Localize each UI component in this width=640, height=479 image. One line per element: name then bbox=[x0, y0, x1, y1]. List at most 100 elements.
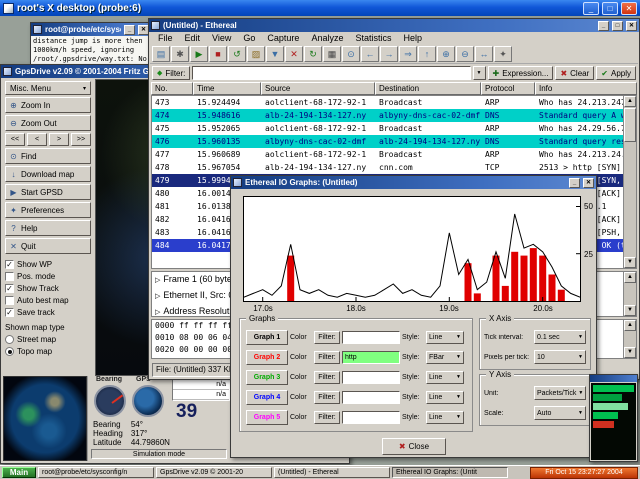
find-packet-icon[interactable]: ⊙ bbox=[342, 46, 360, 62]
menu-item[interactable]: File bbox=[152, 32, 179, 45]
graph-style-select[interactable]: Line bbox=[426, 391, 464, 404]
filter-dropdown-icon[interactable]: ▼ bbox=[473, 66, 486, 80]
expression-button[interactable]: ✚ Expression... bbox=[488, 66, 554, 80]
print-icon[interactable]: ▦ bbox=[323, 46, 341, 62]
graph-toggle-button[interactable]: Graph 1 bbox=[246, 330, 288, 345]
close-button[interactable]: ✕ bbox=[621, 2, 637, 15]
graph-filter-button[interactable]: Filter: bbox=[314, 351, 340, 364]
taskbar-task-button[interactable]: root@probe/etc/sysconfig/n bbox=[38, 467, 154, 478]
misc-menu-button[interactable]: Misc. Menu bbox=[5, 81, 91, 95]
graph-toggle-button[interactable]: Graph 4 bbox=[246, 390, 288, 405]
graph-style-select[interactable]: Line bbox=[426, 331, 464, 344]
sidebar-button[interactable]: ⊕ Zoom In bbox=[5, 97, 91, 113]
io-graphs-titlebar[interactable]: Ethereal IO Graphs: (Untitled) _ ✕ bbox=[231, 176, 596, 189]
go-to-top-icon[interactable]: ↑ bbox=[418, 46, 436, 62]
close-button[interactable]: ✕ bbox=[583, 178, 594, 188]
packet-list-scrollbar[interactable]: ▲ ▼ bbox=[623, 96, 636, 268]
sidebar-button[interactable]: ? Help bbox=[5, 220, 91, 236]
sidebar-button[interactable]: ✦ Preferences bbox=[5, 202, 91, 218]
packet-row[interactable]: 476 15.960135 albyny-dns-cac-02-dmf alb-… bbox=[152, 135, 636, 148]
minimize-button[interactable]: _ bbox=[583, 2, 599, 15]
graph-filter-button[interactable]: Filter: bbox=[314, 391, 340, 404]
packet-row[interactable]: 478 15.967054 alb-24-194-134-127.ny cnn.… bbox=[152, 161, 636, 174]
graph-style-select[interactable]: Line bbox=[426, 411, 464, 424]
tick-interval-select[interactable]: 0.1 sec bbox=[534, 330, 586, 344]
close-dialog-button[interactable]: ✖ Close bbox=[382, 438, 446, 455]
unit-select[interactable]: Packets/Tick bbox=[534, 386, 586, 400]
graph-filter-input[interactable] bbox=[342, 351, 400, 364]
graph-toggle-button[interactable]: Graph 3 bbox=[246, 370, 288, 385]
scale-select[interactable]: Auto bbox=[534, 406, 586, 420]
graph-toggle-button[interactable]: Graph 2 bbox=[246, 350, 288, 365]
sidebar-button[interactable]: ⊖ Zoom Out bbox=[5, 115, 91, 131]
clear-button[interactable]: ✖ Clear bbox=[555, 66, 594, 80]
maximize-button[interactable]: □ bbox=[612, 21, 623, 31]
checkbox[interactable]: Show WP bbox=[5, 259, 91, 270]
filter-input[interactable] bbox=[192, 66, 470, 80]
checkbox[interactable]: Show Track bbox=[5, 283, 91, 294]
world-map[interactable] bbox=[3, 376, 87, 461]
scroll-up-icon[interactable]: ▲ bbox=[624, 320, 636, 331]
capture-interfaces-icon[interactable]: ▤ bbox=[152, 46, 170, 62]
packet-row[interactable]: 474 15.948616 alb-24-194-134-127.ny alby… bbox=[152, 109, 636, 122]
tree-scrollbar[interactable]: ▲ ▼ bbox=[623, 272, 636, 316]
packet-row[interactable]: 475 15.952065 aolclient-68-172-92-1 Broa… bbox=[152, 122, 636, 135]
sidebar-button[interactable]: ↓ Download map bbox=[5, 166, 91, 182]
packet-row[interactable]: 477 15.960689 aolclient-68-172-92-1 Broa… bbox=[152, 148, 636, 161]
minimize-button[interactable]: _ bbox=[569, 178, 580, 188]
go-forward-icon[interactable]: → bbox=[380, 46, 398, 62]
capture-stop-icon[interactable]: ■ bbox=[209, 46, 227, 62]
radio-map-type[interactable]: Street map bbox=[5, 334, 91, 345]
sidebar-button[interactable]: ▶ Start GPSD bbox=[5, 184, 91, 200]
ethereal-titlebar[interactable]: (Untitled) - Ethereal _ □ ✕ bbox=[149, 19, 639, 32]
graph-filter-input[interactable] bbox=[342, 331, 400, 344]
nav-button[interactable]: < bbox=[27, 133, 47, 146]
zoom-in-icon[interactable]: ⊕ bbox=[437, 46, 455, 62]
main-menu-button[interactable]: Main bbox=[2, 467, 36, 478]
terminal-titlebar[interactable]: root@probe/etc/sysconfig/network-scripts… bbox=[31, 23, 151, 36]
radio-map-type[interactable]: Topo map bbox=[5, 346, 91, 357]
nav-button[interactable]: > bbox=[49, 133, 69, 146]
filter-button[interactable]: ◆ Filter: bbox=[152, 66, 190, 80]
scroll-down-icon[interactable]: ▼ bbox=[624, 257, 636, 268]
apply-button[interactable]: ✔ Apply bbox=[596, 66, 636, 80]
taskbar-task-button[interactable]: Ethereal IO Graphs: (Untit bbox=[392, 467, 508, 478]
graph-filter-input[interactable] bbox=[342, 391, 400, 404]
expander-icon[interactable]: ▷ bbox=[155, 309, 160, 316]
minimize-button[interactable]: _ bbox=[598, 21, 609, 31]
graph-toggle-button[interactable]: Graph 5 bbox=[246, 410, 288, 425]
pixels-per-tick-select[interactable]: 10 bbox=[534, 350, 586, 364]
zoom-out-icon[interactable]: ⊖ bbox=[456, 46, 474, 62]
scroll-thumb[interactable] bbox=[624, 108, 636, 142]
minimize-button[interactable]: _ bbox=[124, 25, 135, 35]
save-capture-icon[interactable]: ▼ bbox=[266, 46, 284, 62]
column-header[interactable]: Time bbox=[193, 82, 261, 95]
capture-start-icon[interactable]: ▶ bbox=[190, 46, 208, 62]
menu-item[interactable]: Statistics bbox=[349, 32, 397, 45]
open-capture-icon[interactable]: ▨ bbox=[247, 46, 265, 62]
close-button[interactable]: ✕ bbox=[626, 21, 637, 31]
menu-item[interactable]: Help bbox=[397, 32, 428, 45]
reload-capture-icon[interactable]: ↻ bbox=[304, 46, 322, 62]
monitor-titlebar[interactable] bbox=[590, 375, 637, 382]
scroll-up-icon[interactable]: ▲ bbox=[624, 96, 636, 107]
scroll-down-icon[interactable]: ▼ bbox=[624, 305, 636, 316]
graph-style-select[interactable]: Line bbox=[426, 371, 464, 384]
graph-filter-button[interactable]: Filter: bbox=[314, 371, 340, 384]
graph-filter-input[interactable] bbox=[342, 411, 400, 424]
column-header[interactable]: Info bbox=[535, 82, 637, 95]
graph-filter-button[interactable]: Filter: bbox=[314, 331, 340, 344]
nav-button[interactable]: >> bbox=[71, 133, 91, 146]
go-back-icon[interactable]: ← bbox=[361, 46, 379, 62]
menu-item[interactable]: Go bbox=[237, 32, 261, 45]
maximize-button[interactable]: □ bbox=[602, 2, 618, 15]
capture-options-icon[interactable]: ✱ bbox=[171, 46, 189, 62]
taskbar-task-button[interactable]: (Untitled) - Ethereal bbox=[274, 467, 390, 478]
graph-filter-input[interactable] bbox=[342, 371, 400, 384]
column-header[interactable]: Protocol bbox=[481, 82, 535, 95]
scroll-up-icon[interactable]: ▲ bbox=[624, 272, 636, 283]
capture-restart-icon[interactable]: ↺ bbox=[228, 46, 246, 62]
checkbox[interactable]: Pos. mode bbox=[5, 271, 91, 282]
column-header[interactable]: Destination bbox=[375, 82, 481, 95]
graph-filter-button[interactable]: Filter: bbox=[314, 411, 340, 424]
